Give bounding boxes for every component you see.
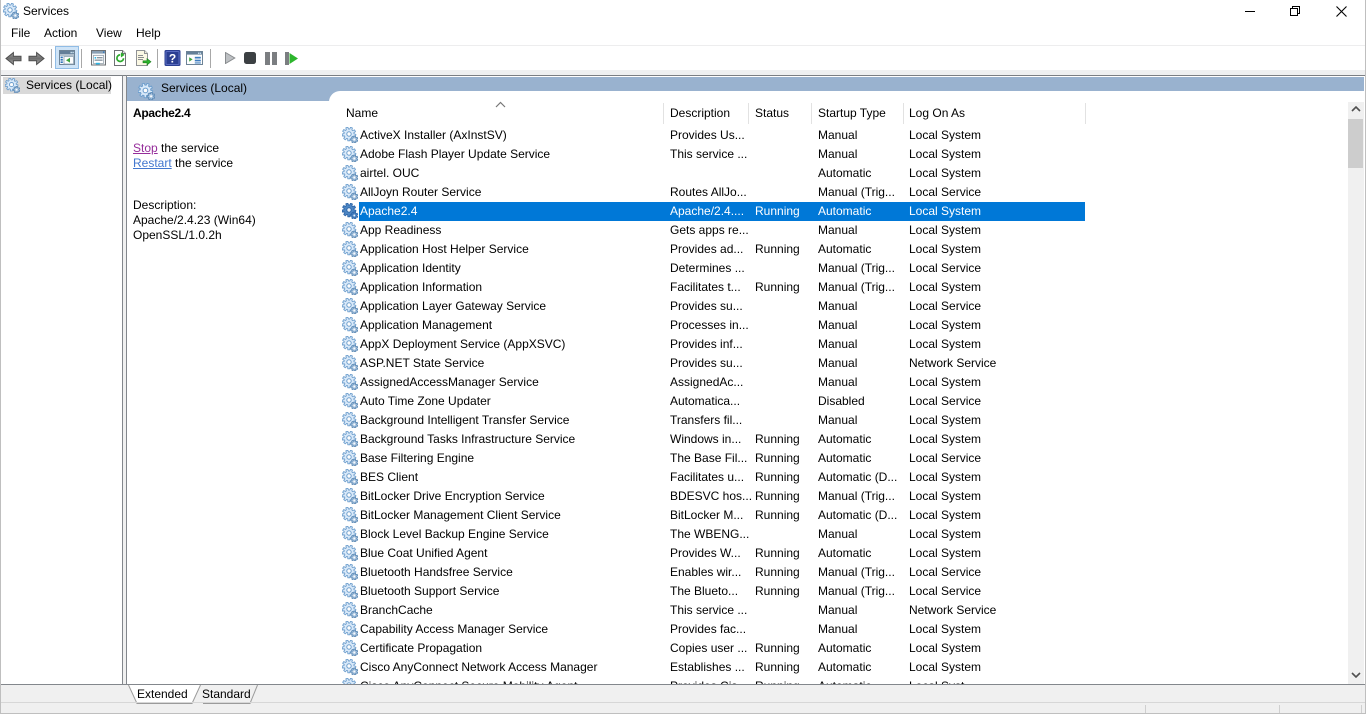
- svg-text:?: ?: [169, 52, 176, 66]
